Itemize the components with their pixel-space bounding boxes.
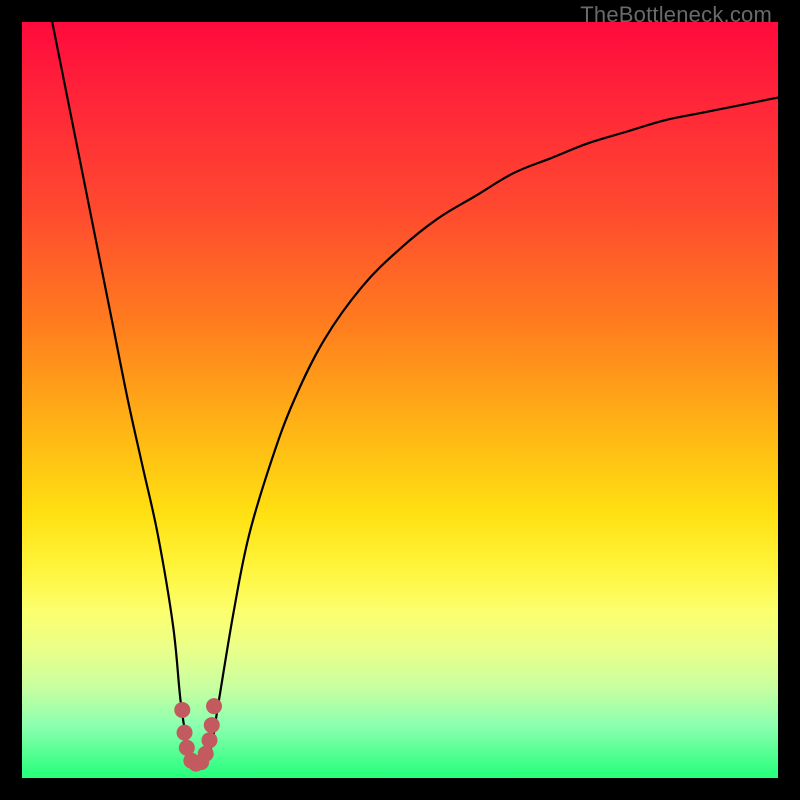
bottleneck-curve [52,22,778,765]
marker-dot [206,698,222,714]
plot-area [22,22,778,778]
marker-dot [204,717,220,733]
marker-dot [201,732,217,748]
curve-layer [22,22,778,778]
marker-dot [174,702,190,718]
marker-dot [198,746,214,762]
marker-dot [177,725,193,741]
chart-frame: TheBottleneck.com [22,0,778,778]
highlighted-minimum [174,698,222,771]
